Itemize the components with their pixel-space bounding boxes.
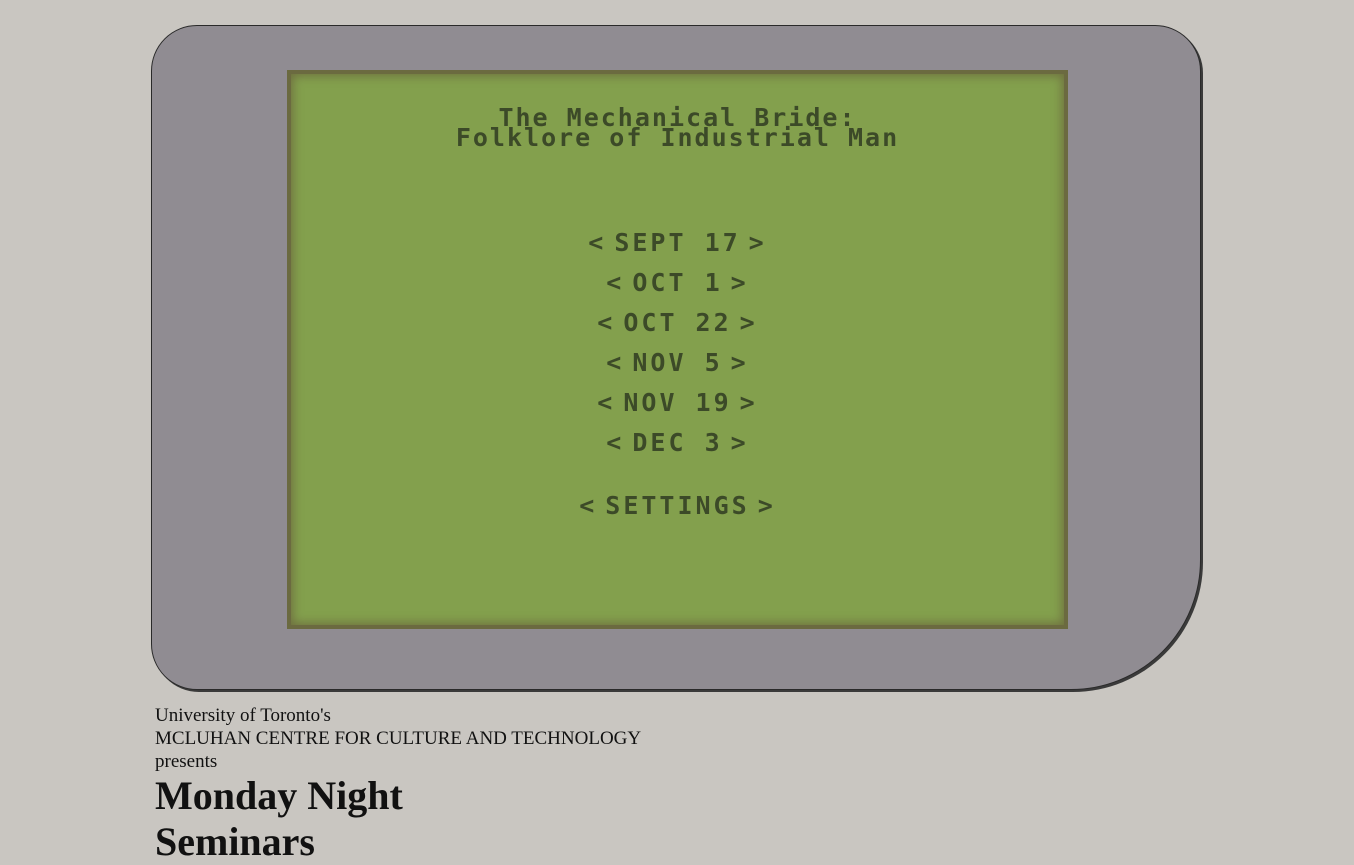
menu-item-label: OCT 22: [623, 308, 732, 337]
menu-item-date-4[interactable]: < NOV 5 >: [287, 349, 1068, 377]
chevron-left-icon: <: [606, 348, 625, 377]
chevron-left-icon: <: [597, 308, 616, 337]
chevron-right-icon: >: [757, 491, 776, 520]
chevron-left-icon: <: [588, 228, 607, 257]
settings-label: SETTINGS: [605, 491, 750, 520]
menu-item-label: NOV 5: [632, 348, 723, 377]
chevron-right-icon: >: [730, 348, 749, 377]
menu-item-date-1[interactable]: < SEPT 17 >: [287, 229, 1068, 257]
credits-block: University of Toronto's MCLUHAN CENTRE F…: [155, 704, 641, 865]
chevron-left-icon: <: [606, 428, 625, 457]
menu-item-label: NOV 19: [623, 388, 732, 417]
menu-item-date-6[interactable]: < DEC 3 >: [287, 429, 1068, 457]
page-title-line-2: Seminars: [155, 819, 315, 864]
chevron-right-icon: >: [730, 428, 749, 457]
presents-line: presents: [155, 751, 218, 772]
chevron-left-icon: <: [606, 268, 625, 297]
university-line: University of Toronto's: [155, 705, 331, 726]
chevron-right-icon: >: [748, 228, 767, 257]
menu-item-label: DEC 3: [632, 428, 723, 457]
chevron-right-icon: >: [739, 308, 758, 337]
menu-item-date-3[interactable]: < OCT 22 >: [287, 309, 1068, 337]
screen-title-line-2: Folklore of Industrial Man: [455, 123, 900, 152]
settings-menu-item[interactable]: < SETTINGS >: [287, 492, 1068, 520]
lcd-screen: The Mechanical Bride: Folklore of Indust…: [287, 70, 1068, 629]
menu-item-date-2[interactable]: < OCT 1 >: [287, 269, 1068, 297]
chevron-right-icon: >: [730, 268, 749, 297]
device-frame: The Mechanical Bride: Folklore of Indust…: [151, 25, 1201, 690]
menu-item-date-5[interactable]: < NOV 19 >: [287, 389, 1068, 417]
chevron-left-icon: <: [579, 491, 598, 520]
chevron-left-icon: <: [597, 388, 616, 417]
chevron-right-icon: >: [739, 388, 758, 417]
menu-item-label: OCT 1: [632, 268, 723, 297]
page-title-line-1: Monday Night: [155, 773, 403, 818]
centre-name: MCLUHAN CENTRE FOR CULTURE AND TECHNOLOG…: [155, 728, 642, 749]
menu-item-label: SEPT 17: [614, 228, 741, 257]
